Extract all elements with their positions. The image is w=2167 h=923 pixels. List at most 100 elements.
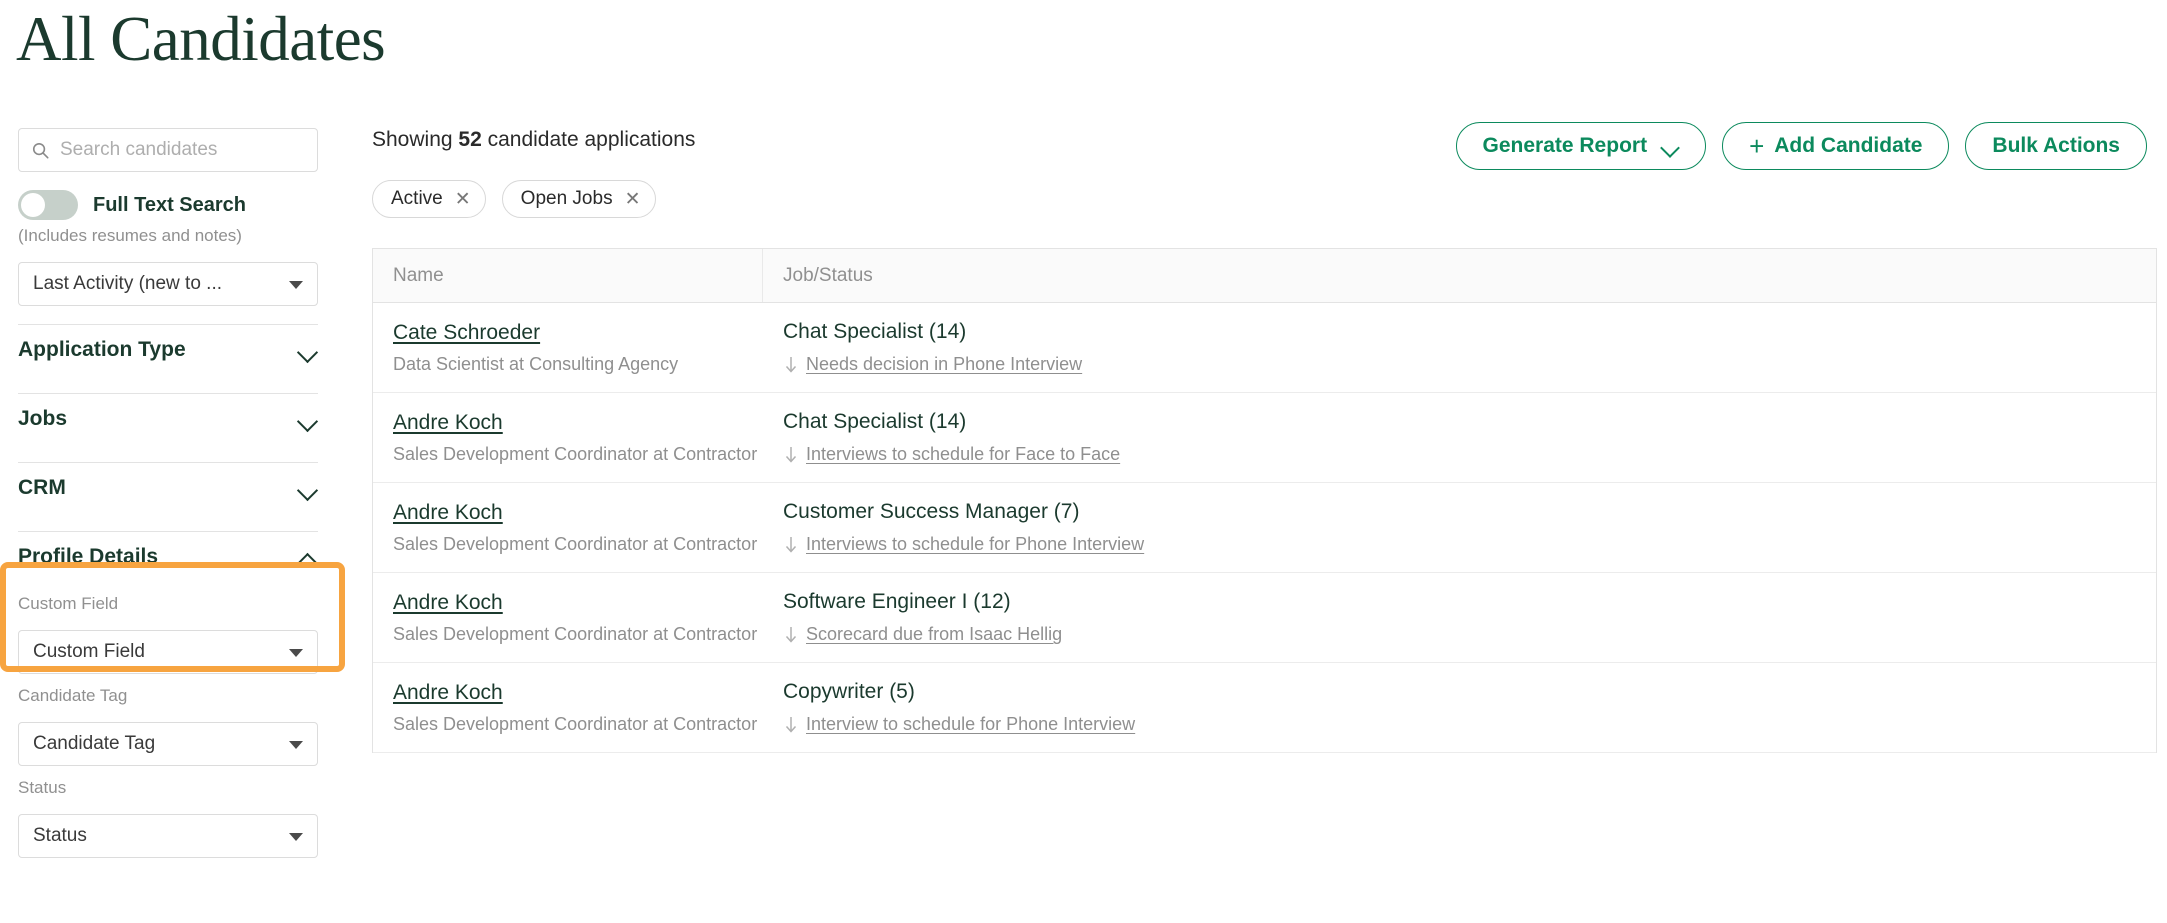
cell-name: Andre Koch Sales Development Coordinator… — [373, 591, 763, 645]
candidate-name-link[interactable]: Cate Schroeder — [393, 321, 540, 345]
candidate-name-link[interactable]: Andre Koch — [393, 501, 503, 525]
all-candidates-page: All Candidates Full Text Search (Include… — [0, 0, 2167, 923]
filter-chip-label: Open Jobs — [520, 188, 613, 209]
job-title: Customer Success Manager (7) — [783, 500, 1080, 523]
sort-select[interactable]: Last Activity (new to ... — [18, 262, 318, 306]
chevron-up-icon — [298, 551, 318, 563]
status-value: Status — [33, 825, 87, 846]
filter-section-label: Jobs — [18, 407, 68, 430]
chevron-down-icon — [289, 833, 303, 841]
plus-icon: + — [1749, 131, 1765, 161]
table-row[interactable]: Andre Koch Sales Development Coordinator… — [373, 483, 2156, 573]
bulk-actions-label: Bulk Actions — [1992, 134, 2120, 157]
job-status-row: Needs decision in Phone Interview — [783, 354, 2156, 375]
add-candidate-label: Add Candidate — [1774, 134, 1923, 157]
bulk-actions-button[interactable]: Bulk Actions — [1965, 122, 2147, 170]
job-status-row: Interviews to schedule for Face to Face — [783, 444, 2156, 465]
job-status-row: Interview to schedule for Phone Intervie… — [783, 714, 2156, 735]
status-select[interactable]: Status — [18, 814, 318, 858]
toolbar-actions: Generate Report + Add Candidate Bulk Act… — [1455, 122, 2147, 170]
chevron-down-icon — [298, 344, 318, 356]
cell-job-status: Copywriter (5) Interview to schedule for… — [763, 680, 2156, 735]
job-status-row: Scorecard due from Isaac Hellig — [783, 624, 2156, 645]
filter-section-label: Application Type — [18, 338, 186, 361]
showing-count: 52 — [458, 128, 482, 151]
full-text-search-toggle[interactable] — [18, 190, 78, 220]
candidates-table: Name Job/Status Cate Schroeder Data Scie… — [372, 248, 2157, 753]
filter-section-label: Profile Details — [18, 545, 159, 568]
candidate-name-link[interactable]: Andre Koch — [393, 411, 503, 435]
candidate-tag-select[interactable]: Candidate Tag — [18, 722, 318, 766]
table-row[interactable]: Cate Schroeder Data Scientist at Consult… — [373, 303, 2156, 393]
filter-section-application-type[interactable]: Application Type — [18, 325, 318, 375]
table-header: Name Job/Status — [373, 249, 2156, 303]
cell-name: Andre Koch Sales Development Coordinator… — [373, 501, 763, 555]
main-content: Showing 52 candidate applications Active… — [372, 122, 2157, 753]
cell-job-status: Software Engineer I (12) Scorecard due f… — [763, 590, 2156, 645]
filter-section-jobs[interactable]: Jobs — [18, 394, 318, 444]
full-text-search-row: Full Text Search — [18, 190, 345, 220]
candidate-subtitle: Sales Development Coordinator at Contrac… — [393, 533, 758, 554]
custom-field-label: Custom Field — [18, 594, 119, 613]
job-status-link[interactable]: Interviews to schedule for Phone Intervi… — [806, 534, 1144, 555]
table-row[interactable]: Andre Koch Sales Development Coordinator… — [373, 393, 2156, 483]
candidate-subtitle: Sales Development Coordinator at Contrac… — [393, 713, 758, 734]
full-text-search-label: Full Text Search — [93, 193, 247, 216]
candidate-subtitle: Sales Development Coordinator at Contrac… — [393, 623, 758, 644]
active-filter-chips: Active ✕ Open Jobs ✕ — [372, 180, 2157, 218]
cell-name: Andre Koch Sales Development Coordinator… — [373, 411, 763, 465]
cell-name: Andre Koch Sales Development Coordinator… — [373, 681, 763, 735]
filter-section-profile-details[interactable]: Profile Details — [18, 532, 318, 582]
candidate-name-link[interactable]: Andre Koch — [393, 681, 503, 705]
cell-job-status: Customer Success Manager (7) Interviews … — [763, 500, 2156, 555]
search-box[interactable] — [18, 128, 318, 172]
job-status-link[interactable]: Scorecard due from Isaac Hellig — [806, 624, 1062, 645]
custom-field-select[interactable]: Custom Field — [18, 630, 318, 674]
filter-section-crm[interactable]: CRM — [18, 463, 318, 513]
arrow-down-icon — [785, 536, 797, 553]
filter-chip-label: Active — [391, 188, 443, 209]
cell-job-status: Chat Specialist (14) Needs decision in P… — [763, 320, 2156, 375]
column-header-name[interactable]: Name — [373, 249, 763, 302]
filter-chip-active[interactable]: Active ✕ — [372, 180, 486, 218]
arrow-down-icon — [785, 626, 797, 643]
job-title: Chat Specialist (14) — [783, 410, 967, 433]
arrow-down-icon — [785, 356, 797, 373]
table-row[interactable]: Andre Koch Sales Development Coordinator… — [373, 663, 2156, 753]
job-status-row: Interviews to schedule for Phone Intervi… — [783, 534, 2156, 555]
job-status-link[interactable]: Interview to schedule for Phone Intervie… — [806, 714, 1135, 735]
search-candidates-wrap — [18, 128, 327, 172]
generate-report-label: Generate Report — [1482, 134, 1648, 157]
chevron-down-icon — [289, 649, 303, 657]
candidate-subtitle: Data Scientist at Consulting Agency — [393, 353, 679, 374]
job-title: Chat Specialist (14) — [783, 320, 967, 343]
chevron-down-icon — [298, 413, 318, 425]
candidate-subtitle: Sales Development Coordinator at Contrac… — [393, 443, 758, 464]
job-status-link[interactable]: Needs decision in Phone Interview — [806, 354, 1082, 375]
candidate-tag-label: Candidate Tag — [18, 686, 128, 705]
search-input[interactable] — [60, 130, 300, 170]
job-title: Copywriter (5) — [783, 680, 915, 703]
search-icon — [32, 142, 49, 159]
chevron-down-icon — [289, 281, 303, 289]
arrow-down-icon — [785, 716, 797, 733]
generate-report-button[interactable]: Generate Report — [1455, 122, 1707, 170]
close-icon[interactable]: ✕ — [455, 190, 471, 209]
showing-suffix: candidate applications — [481, 128, 696, 151]
arrow-down-icon — [785, 446, 797, 463]
filter-section-label: CRM — [18, 476, 66, 499]
table-row[interactable]: Andre Koch Sales Development Coordinator… — [373, 573, 2156, 663]
chevron-down-icon — [1661, 141, 1679, 152]
page-title: All Candidates — [16, 4, 386, 74]
column-header-job-status[interactable]: Job/Status — [763, 249, 2156, 302]
custom-field-value: Custom Field — [33, 641, 145, 662]
close-icon[interactable]: ✕ — [625, 190, 641, 209]
add-candidate-button[interactable]: + Add Candidate — [1722, 122, 1950, 170]
full-text-search-sublabel: (Includes resumes and notes) — [18, 226, 242, 245]
filter-chip-open-jobs[interactable]: Open Jobs ✕ — [501, 180, 656, 218]
cell-name: Cate Schroeder Data Scientist at Consult… — [373, 321, 763, 375]
toggle-knob — [21, 193, 45, 217]
candidate-name-link[interactable]: Andre Koch — [393, 591, 503, 615]
status-label: Status — [18, 778, 67, 797]
job-status-link[interactable]: Interviews to schedule for Face to Face — [806, 444, 1120, 465]
